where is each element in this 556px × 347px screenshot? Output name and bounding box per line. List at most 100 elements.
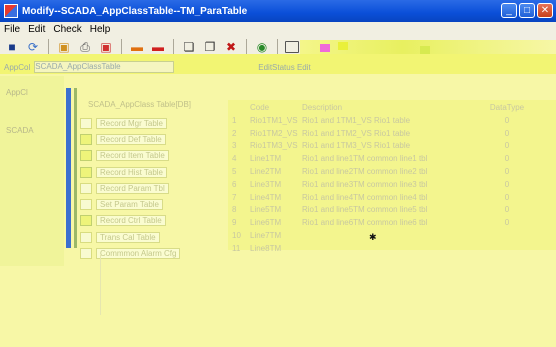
grid-cell[interactable]: Rio1 and line6TM common line6 tbl — [302, 218, 472, 227]
tree-item[interactable]: Set Param Table — [80, 196, 225, 212]
grid-cell[interactable]: 2 — [228, 129, 250, 138]
grid-cell[interactable]: 0 — [472, 218, 542, 227]
grid-cell[interactable]: Rio1 and line2TM common line2 tbl — [302, 167, 472, 176]
menu-bar: File Edit Check Help — [0, 22, 556, 36]
grid-cell[interactable]: Line1TM — [250, 154, 302, 163]
checkbox-icon[interactable] — [285, 41, 299, 53]
grid-cell[interactable]: Line4TM — [250, 193, 302, 202]
table-row[interactable]: 6 Line3TM Rio1 and line3TM common line3 tb… — [228, 178, 556, 191]
tree-item[interactable]: Record Def Table — [80, 131, 225, 147]
grid-cell[interactable]: Line3TM — [250, 180, 302, 189]
toolbar-separator — [277, 39, 278, 55]
grid-cell[interactable]: Line6TM — [250, 218, 302, 227]
tree-item[interactable]: Record Ctrl Table — [80, 213, 225, 229]
table-icon — [80, 248, 92, 260]
tree-root[interactable]: SCADA_AppClass Table[DB] — [80, 100, 225, 109]
column-header[interactable]: Code — [250, 103, 302, 112]
grid-cell[interactable]: Rio1 and 1TM2_VS Rio1 table — [302, 129, 472, 138]
grid-cell[interactable]: Line7TM — [250, 231, 302, 240]
tree-item[interactable]: Trans Cal Table — [80, 229, 225, 245]
grid-cell[interactable]: 0 — [472, 141, 542, 150]
grid-cell[interactable]: 6 — [228, 180, 250, 189]
grid-cell[interactable]: 0 — [472, 154, 542, 163]
table-row[interactable]: 5 Line2TM Rio1 and line2TM common line2 tb… — [228, 165, 556, 178]
grid-cell[interactable]: 9 — [228, 218, 250, 227]
grid-cell[interactable]: 0 — [472, 180, 542, 189]
column-header[interactable]: Description — [302, 103, 472, 112]
menu-edit[interactable]: Edit — [28, 24, 45, 35]
grid-cell[interactable]: Rio1 and line3TM common line3 tbl — [302, 180, 472, 189]
menu-file[interactable]: File — [4, 24, 20, 35]
table-row[interactable]: 9 Line6TM Rio1 and line6TM common line6 tb… — [228, 216, 556, 229]
print-icon[interactable]: ⎙ — [77, 39, 93, 55]
menu-check[interactable]: Check — [53, 24, 81, 35]
mouse-cursor-icon: ✱ — [369, 232, 377, 242]
grid-cell[interactable]: Rio1 and line1TM common line1 tbl — [302, 154, 472, 163]
grid-cell[interactable]: Rio1TM1_VS — [250, 116, 302, 125]
grid-cell[interactable]: 0 — [472, 167, 542, 176]
table-row[interactable]: 10 Line7TM — [228, 229, 556, 242]
table-row[interactable]: 11 Line8TM — [228, 242, 556, 255]
grid-cell[interactable]: 8 — [228, 205, 250, 214]
grid-cell[interactable]: 7 — [228, 193, 250, 202]
grid-cell[interactable]: 1 — [228, 116, 250, 125]
tree-item[interactable]: Record Item Table — [80, 148, 225, 164]
table-row[interactable]: 2 Rio1TM2_VS Rio1 and 1TM2_VS Rio1 table 0 — [228, 127, 556, 140]
grid-cell[interactable]: Line8TM — [250, 244, 302, 253]
grid-cell[interactable]: 4 — [228, 154, 250, 163]
tree-item[interactable]: Record Mgr Table — [80, 115, 225, 131]
maximize-button[interactable]: □ — [519, 3, 535, 18]
copy-icon[interactable]: ❏ — [181, 39, 197, 55]
column-header[interactable]: DataType — [472, 103, 542, 112]
app-icon — [4, 4, 18, 18]
tree-item[interactable]: Record Param Tbl — [80, 180, 225, 196]
grid-cell[interactable]: Line5TM — [250, 205, 302, 214]
help-icon[interactable]: ◉ — [254, 39, 270, 55]
grid-cell[interactable]: Rio1TM2_VS — [250, 129, 302, 138]
table-row[interactable]: 3 Rio1TM3_VS Rio1 and 1TM3_VS Rio1 table 0 — [228, 140, 556, 153]
splitter-bar[interactable] — [66, 88, 71, 248]
paste-icon[interactable]: ❐ — [202, 39, 218, 55]
refresh-icon[interactable]: ⟳ — [25, 39, 41, 55]
grid-cell[interactable]: Rio1TM3_VS — [250, 141, 302, 150]
grid-cell[interactable]: 11 — [228, 244, 250, 253]
grid-cell[interactable]: Rio1 and 1TM1_VS Rio1 table — [302, 116, 472, 125]
grid-cell[interactable]: 5 — [228, 167, 250, 176]
grid-cell[interactable]: 0 — [472, 205, 542, 214]
table-row[interactable]: 4 Line1TM Rio1 and line1TM common line1 tb… — [228, 152, 556, 165]
left-pane-item[interactable]: SCADA — [6, 126, 34, 135]
save-icon[interactable]: ■ — [4, 39, 20, 55]
lock-icon[interactable]: ▣ — [56, 39, 72, 55]
insert-row-icon[interactable]: ▬ — [129, 39, 145, 55]
title-bar: Modify--SCADA_AppClassTable--TM_ParaTabl… — [0, 0, 556, 22]
menu-help[interactable]: Help — [90, 24, 111, 35]
table-row[interactable]: 8 Line5TM Rio1 and line5TM common line5 tb… — [228, 204, 556, 217]
close-button[interactable]: ✕ — [537, 3, 553, 18]
grid-cell[interactable]: 10 — [228, 231, 250, 240]
table-row[interactable]: 7 Line4TM Rio1 and line4TM common line4 tb… — [228, 191, 556, 204]
folder-icon — [80, 166, 92, 178]
table-row[interactable]: 1 Rio1TM1_VS Rio1 and 1TM1_VS Rio1 table 0 — [228, 114, 556, 127]
grid-cell[interactable]: Rio1 and line4TM common line4 tbl — [302, 193, 472, 202]
app-class-combo[interactable]: SCADA_AppClassTable — [34, 61, 175, 73]
empty-area — [100, 255, 240, 315]
delete-row-icon[interactable]: ▬ — [150, 39, 166, 55]
grid-cell[interactable]: Rio1 and 1TM3_VS Rio1 table — [302, 141, 472, 150]
grid-cell[interactable]: Line2TM — [250, 167, 302, 176]
overlay-blot — [338, 42, 348, 50]
tree-item[interactable]: Record Hist Table — [80, 164, 225, 180]
table-icon — [80, 199, 92, 211]
minimize-button[interactable]: _ — [501, 3, 517, 18]
left-pane-header: AppCl — [6, 88, 28, 97]
delete-icon[interactable]: ✖ — [223, 39, 239, 55]
stop-icon[interactable]: ▣ — [98, 39, 114, 55]
grid-cell[interactable]: 0 — [472, 193, 542, 202]
window-title: Modify--SCADA_AppClassTable--TM_ParaTabl… — [22, 5, 248, 17]
grid-cell[interactable]: 3 — [228, 141, 250, 150]
table-icon — [80, 182, 92, 194]
grid-cell[interactable]: Rio1 and line5TM common line5 tbl — [302, 205, 472, 214]
grid-cell[interactable]: 0 — [472, 129, 542, 138]
grid-cell[interactable]: 0 — [472, 116, 542, 125]
folder-icon — [80, 150, 92, 162]
left-pane — [0, 76, 64, 266]
